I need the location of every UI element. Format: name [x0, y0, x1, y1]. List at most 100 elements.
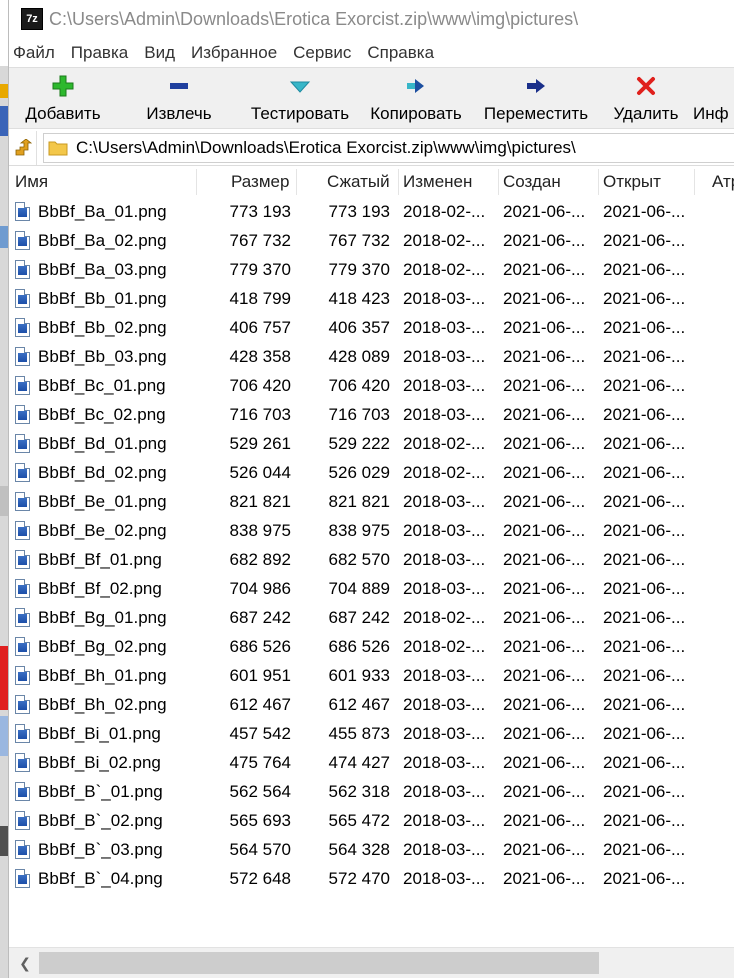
test-button[interactable]: Тестировать: [241, 68, 359, 128]
scroll-left-arrow-icon[interactable]: ❮: [17, 955, 33, 971]
menu-view[interactable]: Вид: [144, 43, 175, 63]
file-row[interactable]: BbBf_Bb_01.png 418 799 418 423 2018-03-... 2…: [9, 284, 734, 313]
copy-button[interactable]: Копировать: [359, 68, 473, 128]
file-row[interactable]: BbBf_Bg_01.png 687 242 687 242 2018-02-... 2…: [9, 603, 734, 632]
file-row[interactable]: BbBf_Bf_01.png 682 892 682 570 2018-03-... 2…: [9, 545, 734, 574]
extract-button[interactable]: Извлечь: [117, 68, 241, 128]
file-size: 529 261: [229, 434, 291, 453]
file-accessed: 2021-06-...: [603, 869, 686, 888]
file-row[interactable]: BbBf_Bi_01.png 457 542 455 873 2018-03-... 2…: [9, 719, 734, 748]
file-modified: 2018-03-...: [403, 347, 486, 366]
column-accessed-header[interactable]: Открыт: [603, 167, 661, 197]
file-created: 2021-06-...: [503, 608, 586, 627]
file-row[interactable]: BbBf_Bb_03.png 428 358 428 089 2018-03-... 2…: [9, 342, 734, 371]
column-divider[interactable]: [694, 169, 695, 195]
image-file-icon: [15, 637, 30, 656]
horizontal-scrollbar[interactable]: ❮: [9, 947, 734, 978]
file-packed-size: 428 089: [328, 347, 390, 366]
column-divider[interactable]: [398, 169, 399, 195]
folder-up-icon: [15, 138, 32, 155]
file-modified: 2018-03-...: [403, 579, 486, 598]
file-row[interactable]: BbBf_Be_02.png 838 975 838 975 2018-03-... 2…: [9, 516, 734, 545]
menu-favorites[interactable]: Избранное: [191, 43, 277, 63]
archive-window: 7z C:\Users\Admin\Downloads\Erotica Exor…: [8, 0, 734, 978]
file-row[interactable]: BbBf_Ba_03.png 779 370 779 370 2018-02-... 2…: [9, 255, 734, 284]
file-modified: 2018-03-...: [403, 666, 486, 685]
file-row[interactable]: BbBf_B`_02.png 565 693 565 472 2018-03-... 2…: [9, 806, 734, 835]
scrollbar-thumb[interactable]: [39, 952, 599, 974]
file-size: 564 570: [229, 840, 291, 859]
file-packed-size: 455 873: [328, 724, 390, 743]
delete-x-icon: [634, 74, 658, 98]
file-row[interactable]: BbBf_Bc_01.png 706 420 706 420 2018-03-... 2…: [9, 371, 734, 400]
file-row[interactable]: BbBf_Bh_02.png 612 467 612 467 2018-03-... 2…: [9, 690, 734, 719]
file-size: 526 044: [229, 463, 291, 482]
file-created: 2021-06-...: [503, 550, 586, 569]
file-created: 2021-06-...: [503, 666, 586, 685]
add-button[interactable]: Добавить: [9, 68, 117, 128]
file-accessed: 2021-06-...: [603, 782, 686, 801]
file-row[interactable]: BbBf_B`_04.png 572 648 572 470 2018-03-... 2…: [9, 864, 734, 893]
file-name: BbBf_Bf_02.png: [38, 579, 162, 598]
move-button[interactable]: Переместить: [473, 68, 599, 128]
file-row[interactable]: BbBf_Bd_02.png 526 044 526 029 2018-02-... 2…: [9, 458, 734, 487]
copy-label: Копировать: [370, 104, 462, 123]
file-row[interactable]: BbBf_Bc_02.png 716 703 716 703 2018-03-... 2…: [9, 400, 734, 429]
file-modified: 2018-02-...: [403, 260, 486, 279]
image-file-icon: [15, 202, 30, 221]
file-packed-size: 838 975: [328, 521, 390, 540]
column-divider[interactable]: [296, 169, 297, 195]
column-packed-header[interactable]: Сжатый: [327, 167, 390, 197]
column-name-header[interactable]: Имя: [15, 167, 48, 197]
file-packed-size: 529 222: [328, 434, 390, 453]
file-size: 406 757: [229, 318, 291, 337]
menu-tools[interactable]: Сервис: [293, 43, 351, 63]
column-size-header[interactable]: Размер: [231, 167, 289, 197]
file-created: 2021-06-...: [503, 521, 586, 540]
file-created: 2021-06-...: [503, 260, 586, 279]
file-row[interactable]: BbBf_Bb_02.png 406 757 406 357 2018-03-... 2…: [9, 313, 734, 342]
window-title: C:\Users\Admin\Downloads\Erotica Exorcis…: [49, 8, 579, 29]
column-divider[interactable]: [196, 169, 197, 195]
file-size: 682 892: [229, 550, 291, 569]
file-row[interactable]: BbBf_Be_01.png 821 821 821 821 2018-03-... 2…: [9, 487, 734, 516]
title-bar[interactable]: 7z C:\Users\Admin\Downloads\Erotica Exor…: [9, 0, 734, 38]
file-row[interactable]: BbBf_Bg_02.png 686 526 686 526 2018-02-... 2…: [9, 632, 734, 661]
image-file-icon: [15, 521, 30, 540]
column-divider[interactable]: [598, 169, 599, 195]
file-name: BbBf_Be_02.png: [38, 521, 167, 540]
image-file-icon: [15, 724, 30, 743]
folder-up-button[interactable]: [9, 130, 37, 165]
file-created: 2021-06-...: [503, 318, 586, 337]
file-packed-size: 564 328: [328, 840, 390, 859]
column-header-row: Имя Размер Сжатый Изменен Создан Открыт …: [9, 167, 734, 197]
file-row[interactable]: BbBf_Bf_02.png 704 986 704 889 2018-03-... 2…: [9, 574, 734, 603]
file-row[interactable]: BbBf_Bd_01.png 529 261 529 222 2018-02-... 2…: [9, 429, 734, 458]
file-created: 2021-06-...: [503, 869, 586, 888]
column-created-header[interactable]: Создан: [503, 167, 561, 197]
image-file-icon: [15, 434, 30, 453]
desktop-fragment: [0, 716, 8, 756]
menu-edit[interactable]: Правка: [71, 43, 128, 63]
file-modified: 2018-03-...: [403, 753, 486, 772]
delete-button[interactable]: Удалить: [599, 68, 693, 128]
menu-file[interactable]: Файл: [13, 43, 55, 63]
file-name: BbBf_Bd_01.png: [38, 434, 167, 453]
file-row[interactable]: BbBf_B`_03.png 564 570 564 328 2018-03-... 2…: [9, 835, 734, 864]
column-divider[interactable]: [498, 169, 499, 195]
file-row[interactable]: BbBf_Ba_02.png 767 732 767 732 2018-02-... 2…: [9, 226, 734, 255]
file-row[interactable]: BbBf_Ba_01.png 773 193 773 193 2018-02-... 2…: [9, 197, 734, 226]
file-created: 2021-06-...: [503, 840, 586, 859]
menu-help[interactable]: Справка: [367, 43, 434, 63]
path-field[interactable]: C:\Users\Admin\Downloads\Erotica Exorcis…: [43, 132, 734, 163]
file-modified: 2018-03-...: [403, 811, 486, 830]
file-row[interactable]: BbBf_Bh_01.png 601 951 601 933 2018-03-... 2…: [9, 661, 734, 690]
file-row[interactable]: BbBf_B`_01.png 562 564 562 318 2018-03-... 2…: [9, 777, 734, 806]
file-row[interactable]: BbBf_Bi_02.png 475 764 474 427 2018-03-... 2…: [9, 748, 734, 777]
file-modified: 2018-03-...: [403, 376, 486, 395]
file-modified: 2018-03-...: [403, 550, 486, 569]
file-accessed: 2021-06-...: [603, 289, 686, 308]
column-attributes-header[interactable]: Атр: [712, 167, 734, 197]
column-modified-header[interactable]: Изменен: [403, 167, 472, 197]
info-button[interactable]: Инф: [693, 68, 734, 128]
